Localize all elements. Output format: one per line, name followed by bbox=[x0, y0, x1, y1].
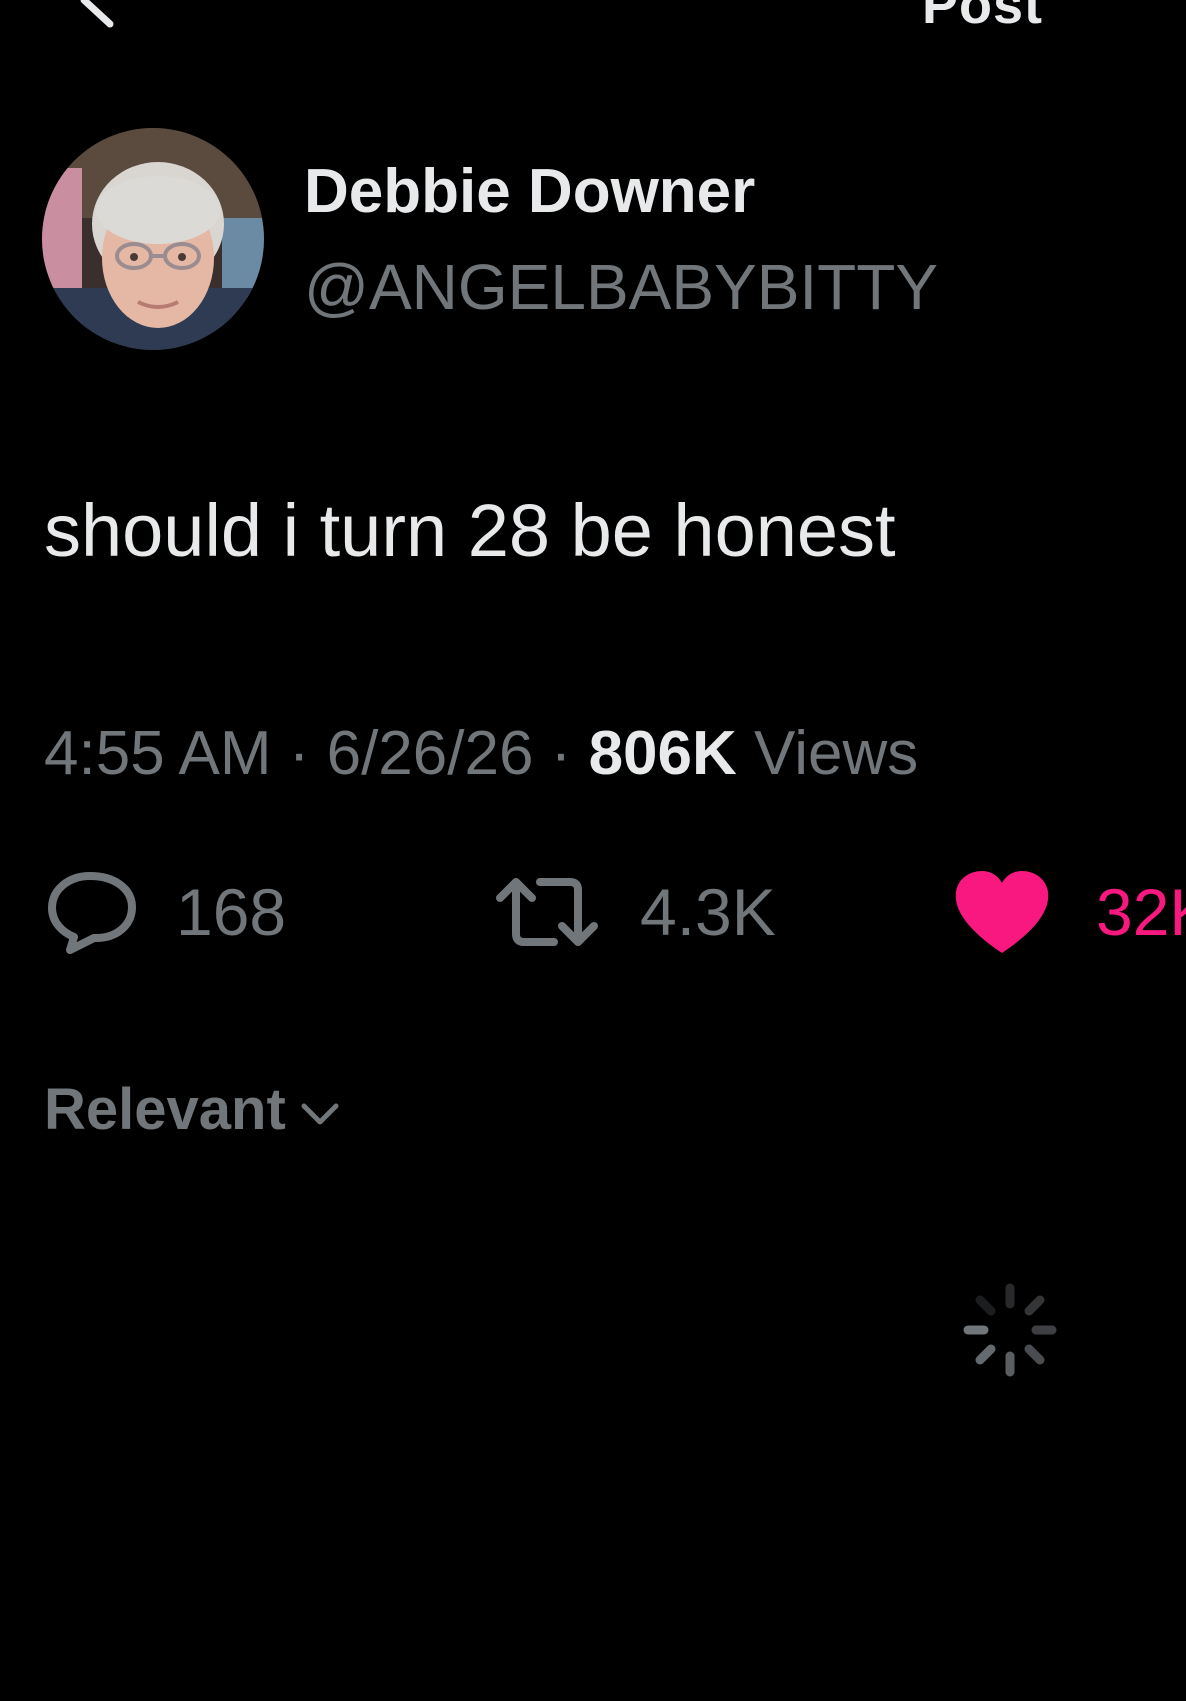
sort-label: Relevant bbox=[44, 1077, 286, 1142]
post-date[interactable]: 6/26/26 bbox=[327, 719, 534, 788]
meta-separator: · bbox=[533, 719, 589, 788]
post-meta: 4:55 AM · 6/26/26 · 806K Views bbox=[44, 718, 918, 789]
repost-button[interactable]: 4.3K bbox=[492, 862, 776, 962]
chevron-down-icon bbox=[301, 1103, 339, 1124]
reply-bubble-icon bbox=[48, 872, 136, 954]
reply-count: 168 bbox=[176, 875, 287, 949]
arrow-left-icon bbox=[80, 0, 114, 28]
repost-count: 4.3K bbox=[640, 875, 776, 949]
top-bar: Post bbox=[0, 0, 1186, 40]
like-button[interactable]: 32K bbox=[952, 862, 1186, 962]
page-title: Post bbox=[922, 0, 1044, 35]
reply-sort-dropdown[interactable]: Relevant bbox=[44, 1076, 340, 1143]
heart-icon bbox=[955, 871, 1049, 953]
loading-spinner-icon bbox=[963, 1283, 1057, 1377]
post-time[interactable]: 4:55 AM bbox=[44, 719, 271, 788]
views-label[interactable]: Views bbox=[737, 719, 918, 788]
views-count[interactable]: 806K bbox=[589, 719, 737, 788]
author-display-name[interactable]: Debbie Downer bbox=[304, 156, 755, 227]
author-handle[interactable]: @ANGELBABYBITTY bbox=[304, 250, 938, 324]
post-text: should i turn 28 be honest bbox=[44, 489, 896, 572]
like-count: 32K bbox=[1096, 875, 1186, 949]
reply-button[interactable]: 168 bbox=[44, 862, 286, 962]
meta-separator: · bbox=[271, 719, 327, 788]
back-button[interactable] bbox=[70, 0, 130, 30]
profile-photo bbox=[42, 128, 264, 350]
avatar[interactable] bbox=[42, 128, 264, 350]
repost-arrows-icon bbox=[496, 878, 598, 946]
